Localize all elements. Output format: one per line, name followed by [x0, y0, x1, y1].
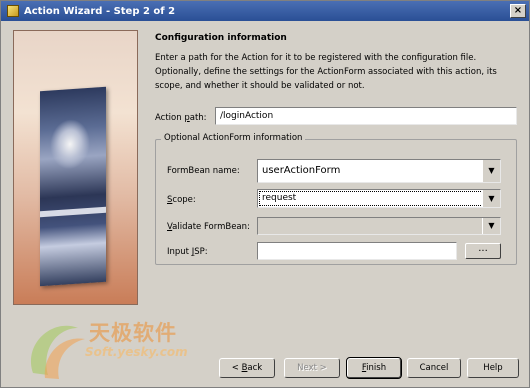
scope-value: request — [262, 193, 297, 203]
app-icon — [7, 5, 19, 17]
validate-formbean-combo[interactable]: ▼ — [257, 217, 501, 235]
finish-button[interactable]: Finish — [346, 357, 402, 379]
scope-combo[interactable]: request ▼ — [257, 189, 501, 208]
action-path-label: Action path: — [155, 113, 207, 123]
back-button[interactable]: < Back — [219, 358, 275, 378]
group-title: Optional ActionForm information — [161, 133, 306, 143]
input-jsp-field[interactable] — [257, 242, 457, 260]
cancel-button[interactable]: Cancel — [407, 358, 461, 378]
scope-label: Scope: — [167, 195, 196, 205]
watermark-swirl-icon — [31, 325, 85, 379]
close-button[interactable]: × — [510, 4, 526, 18]
browse-button[interactable]: ... — [465, 243, 501, 259]
watermark-url: Soft.yesky.com — [85, 345, 188, 359]
chevron-down-icon[interactable]: ▼ — [482, 190, 500, 207]
chevron-down-icon[interactable]: ▼ — [482, 218, 500, 234]
window-title: Action Wizard - Step 2 of 2 — [24, 5, 176, 17]
section-description: Enter a path for the Action for it to be… — [155, 53, 497, 91]
formbean-name-value: userActionForm — [262, 165, 341, 176]
next-button[interactable]: Next > — [284, 358, 340, 378]
watermark-logo: 天极软件 Soft.yesky.com — [23, 313, 193, 385]
title-bar: Action Wizard - Step 2 of 2 × — [1, 1, 529, 21]
formbean-name-label: FormBean name: — [167, 166, 240, 176]
watermark-text: 天极软件 — [89, 321, 177, 345]
chevron-down-icon[interactable]: ▼ — [482, 160, 500, 182]
help-button[interactable]: Help — [467, 358, 519, 378]
cyclist-photo — [40, 86, 106, 287]
wizard-banner-image — [13, 30, 138, 305]
action-path-input[interactable]: /loginAction — [215, 107, 517, 125]
formbean-name-combo[interactable]: userActionForm ▼ — [257, 159, 501, 183]
input-jsp-label: Input JSP: — [167, 247, 208, 257]
section-heading: Configuration information — [155, 33, 287, 43]
wizard-window: Action Wizard - Step 2 of 2 × Configurat… — [0, 0, 530, 388]
validate-formbean-label: Validate FormBean: — [167, 222, 250, 232]
